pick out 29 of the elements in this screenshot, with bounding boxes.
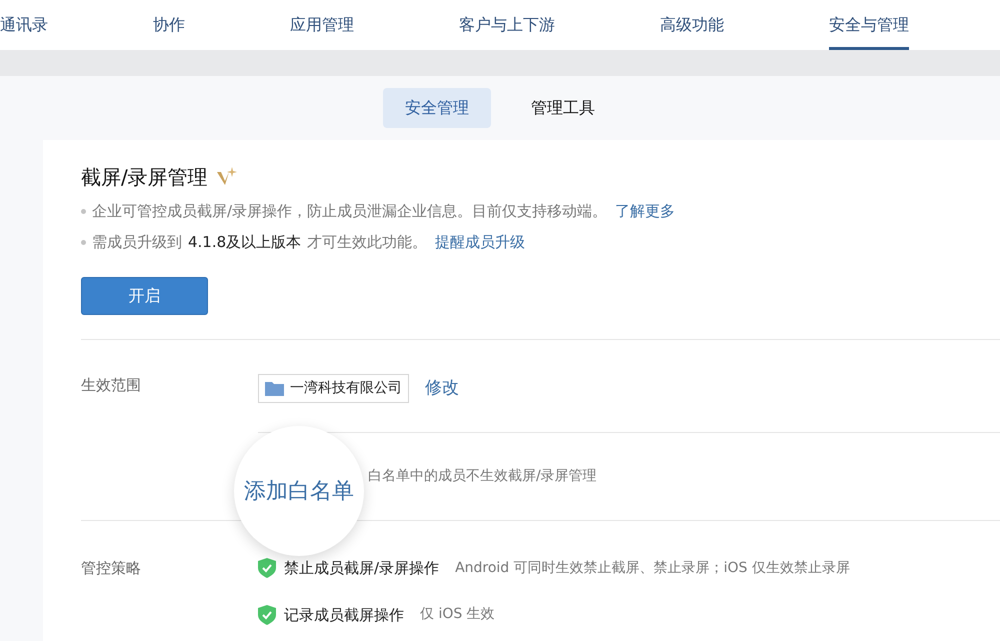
sparkle-icon <box>216 167 238 187</box>
shield-check-icon[interactable] <box>258 604 276 625</box>
department-tag: 一湾科技有限公司 <box>258 374 409 403</box>
inline-link[interactable]: 提醒成员升级 <box>435 232 526 250</box>
policy-note: 仅 iOS 生效 <box>420 605 495 624</box>
nav-tab[interactable]: 高级功能 <box>660 0 724 50</box>
nav-tab[interactable]: 应用管理 <box>290 0 354 50</box>
sub-tab[interactable]: 安全管理 <box>383 88 491 128</box>
whitelist-description: 白名单中的成员不生效截屏/录屏管理 <box>368 467 597 486</box>
scope-label: 生效范围 <box>81 375 142 396</box>
folder-icon <box>265 381 284 396</box>
bullet-dot-icon <box>81 240 86 244</box>
info-sentence: 需成员升级到 4.1.8及以上版本 才可生效此功能。 提醒成员升级 <box>92 232 526 252</box>
feature-title: 截屏/录屏管理 <box>81 164 208 191</box>
nav-tab[interactable]: 通讯录 <box>0 0 48 50</box>
sub-tab[interactable]: 管理工具 <box>509 88 617 128</box>
shield-check-icon[interactable] <box>258 558 276 578</box>
add-whitelist-link[interactable]: 添加白名单 <box>244 474 354 508</box>
inline-link[interactable]: 了解更多 <box>615 202 676 220</box>
policy-option-label: 记录成员截屏操作 <box>284 604 404 626</box>
edit-link[interactable]: 修改 <box>425 376 459 402</box>
nav-tab[interactable]: 协作 <box>153 0 185 50</box>
nav-tab[interactable]: 客户与上下游 <box>459 0 555 50</box>
bullet-dot-icon <box>81 209 86 214</box>
policy-label: 管控策略 <box>81 558 142 579</box>
info-sentence: 企业可管控成员截屏/录屏操作，防止成员泄漏企业信息。目前仅支持移动端。 了解更多 <box>92 201 676 222</box>
enable-button[interactable]: 开启 <box>81 277 208 315</box>
policy-note: Android 可同时生效禁止截屏、禁止录屏；iOS 仅生效禁止录屏 <box>455 558 850 578</box>
policy-option-label: 禁止成员截屏/录屏操作 <box>284 558 440 579</box>
